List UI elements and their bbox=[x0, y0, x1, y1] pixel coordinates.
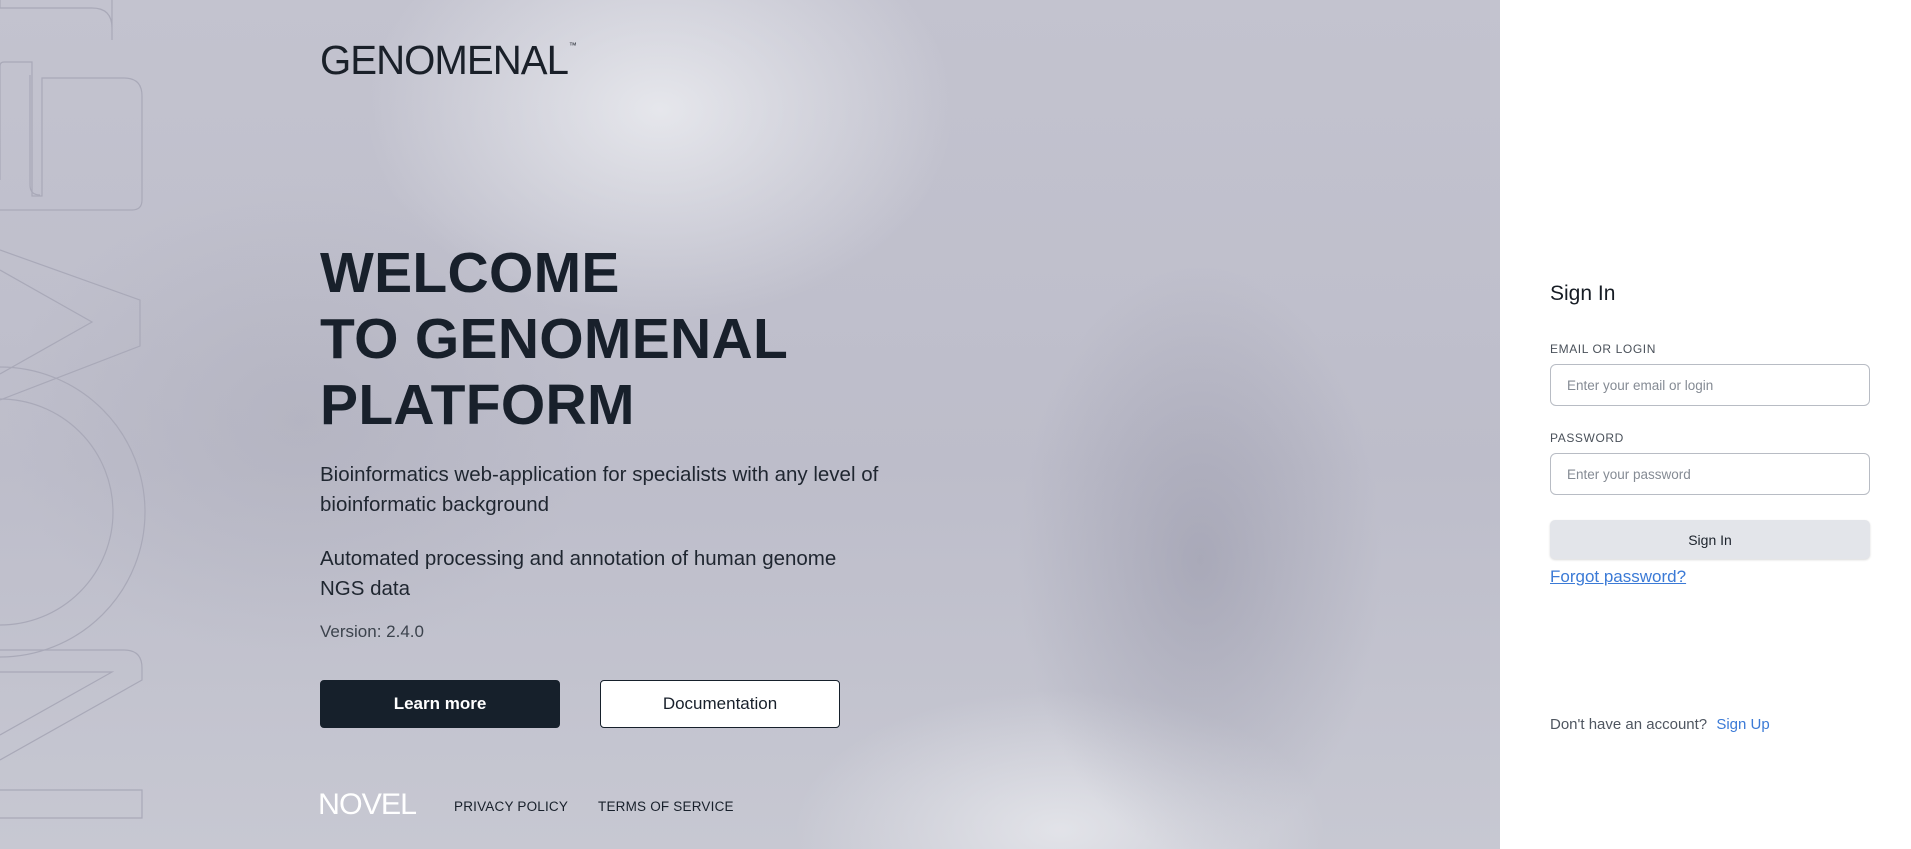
sign-up-link[interactable]: Sign Up bbox=[1716, 716, 1769, 733]
sign-in-panel: Sign In EMAIL OR LOGIN PASSWORD Sign In … bbox=[1500, 0, 1911, 849]
headline-line-1: WELCOME bbox=[320, 241, 620, 305]
forgot-password-link[interactable]: Forgot password? bbox=[1550, 567, 1686, 587]
headline-line-2: TO GENOMENAL bbox=[320, 307, 789, 371]
learn-more-button[interactable]: Learn more bbox=[320, 680, 560, 728]
logo-text: GENOMENAL bbox=[320, 37, 569, 83]
terms-of-service-link[interactable]: TERMS OF SERVICE bbox=[598, 799, 734, 814]
description-specialists: Bioinformatics web-application for speci… bbox=[320, 463, 879, 516]
privacy-policy-link[interactable]: PRIVACY POLICY bbox=[454, 799, 568, 814]
headline-line-3: PLATFORM bbox=[320, 373, 635, 437]
documentation-button[interactable]: Documentation bbox=[600, 680, 840, 728]
genomenal-logo: GENOMENAL™ bbox=[320, 40, 577, 81]
email-field[interactable] bbox=[1550, 364, 1870, 406]
version-text: Version: 2.4.0 bbox=[320, 622, 424, 641]
sign-in-button[interactable]: Sign In bbox=[1550, 520, 1870, 559]
hero-section: GENOMENAL™ WELCOME TO GENOMENAL PLATFORM… bbox=[0, 0, 1500, 849]
sign-in-title: Sign In bbox=[1550, 282, 1616, 305]
password-label: PASSWORD bbox=[1550, 431, 1624, 445]
novel-watermark bbox=[0, 0, 146, 819]
no-account-text: Don't have an account? bbox=[1550, 716, 1708, 733]
email-label: EMAIL OR LOGIN bbox=[1550, 342, 1656, 356]
novel-logo-text: NOVEL bbox=[318, 788, 416, 818]
description-automated: Automated processing and annotation of h… bbox=[320, 547, 837, 600]
novel-footer-logo: NOVEL bbox=[318, 788, 417, 818]
sign-up-row: Don't have an account? Sign Up bbox=[1550, 716, 1770, 733]
trademark-mark: ™ bbox=[568, 41, 577, 50]
welcome-headline: WELCOME TO GENOMENAL PLATFORM bbox=[320, 240, 788, 438]
login-page: GENOMENAL™ WELCOME TO GENOMENAL PLATFORM… bbox=[0, 0, 1911, 849]
password-field[interactable] bbox=[1550, 453, 1870, 495]
